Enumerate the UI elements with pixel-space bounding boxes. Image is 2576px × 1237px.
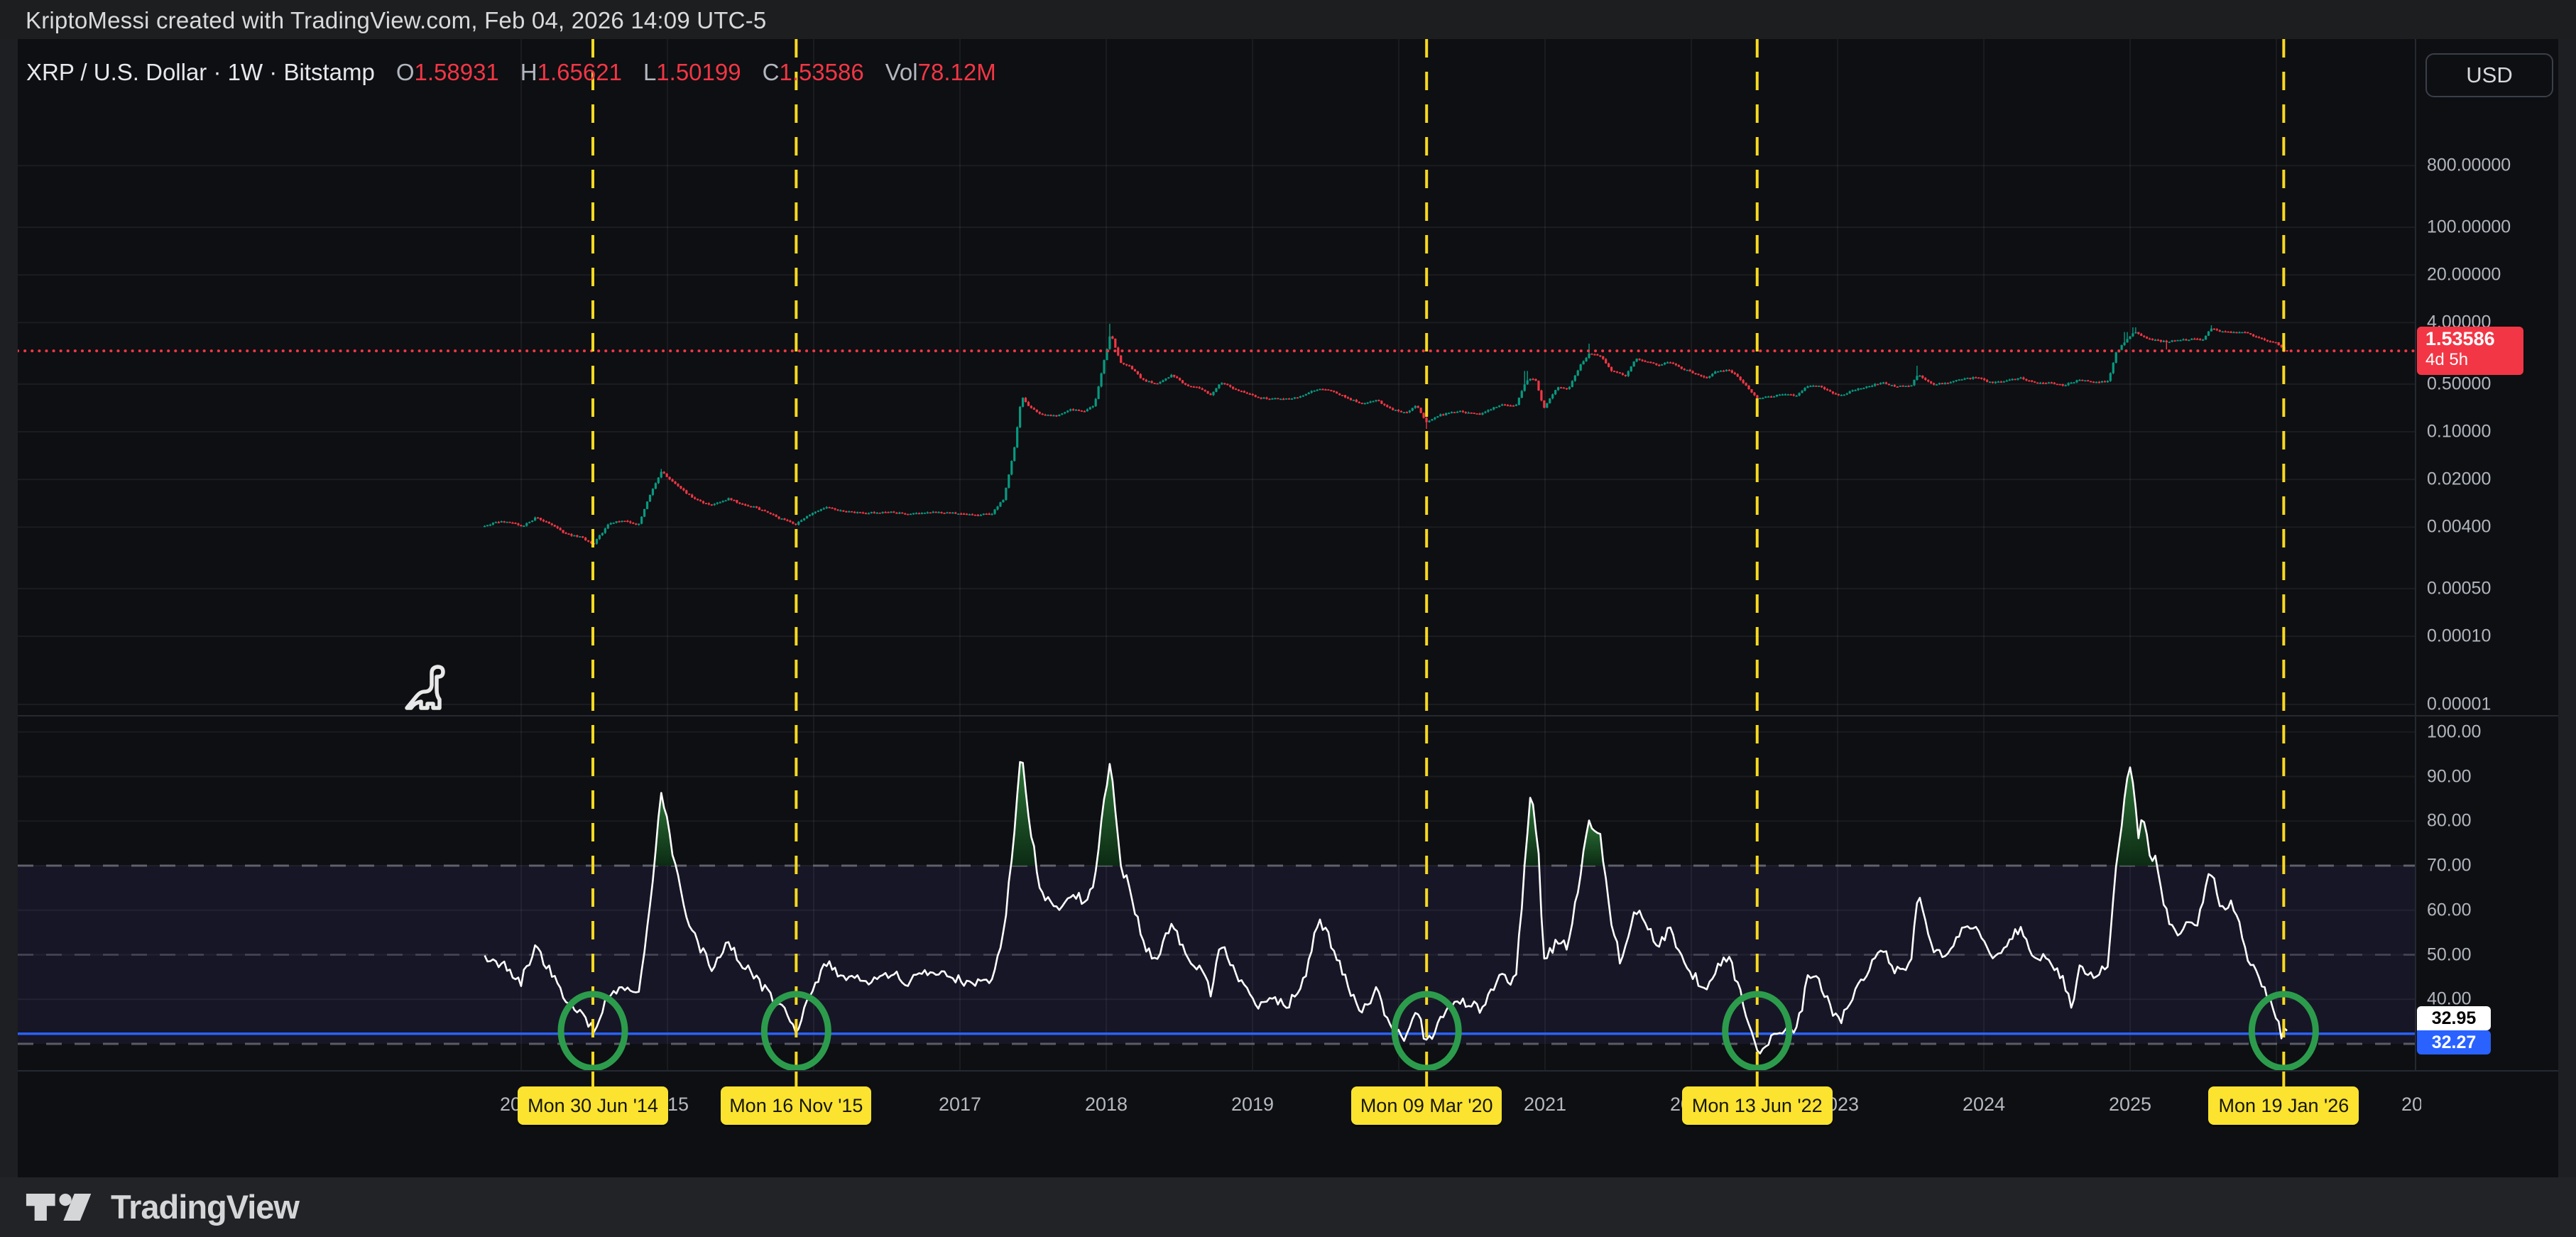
tradingview-logo[interactable]: TradingView — [26, 1187, 299, 1226]
price-axis-label: 0.00010 — [2427, 626, 2491, 647]
close-label: C — [763, 59, 780, 85]
current-price-badge: 1.53586 4d 5h — [2417, 327, 2523, 375]
event-date-label[interactable]: Mon 16 Nov '15 — [721, 1086, 871, 1125]
rsi-axis-label: 50.00 — [2427, 944, 2472, 965]
price-axis-label: 0.50000 — [2427, 374, 2491, 394]
attribution-bar: KriptoMessi created with TradingView.com… — [0, 0, 2576, 39]
currency-toggle-button[interactable]: USD — [2425, 53, 2553, 97]
event-date-label[interactable]: Mon 13 Jun '22 — [1682, 1086, 1833, 1125]
price-axis-label: 100.00000 — [2427, 217, 2511, 238]
open-value: 1.58931 — [415, 59, 499, 85]
open-label: O — [396, 59, 415, 85]
rsi-axis-label: 70.00 — [2427, 856, 2472, 876]
year-label-2021: 2021 — [1502, 1094, 1588, 1116]
price-axis-label: 20.00000 — [2427, 265, 2501, 285]
dinosaur-sticker[interactable] — [407, 667, 443, 708]
price-axis-label: 0.00050 — [2427, 578, 2491, 599]
close-value: 1.53586 — [779, 59, 863, 85]
low-label: L — [643, 59, 656, 85]
volume-label: Vol — [885, 59, 918, 85]
tradingview-screenshot: KriptoMessi created with TradingView.com… — [0, 0, 2576, 1237]
footer-bar: TradingView — [0, 1177, 2576, 1237]
year-label-2027: 2027 — [2380, 1094, 2421, 1116]
year-label-2017: 2017 — [917, 1094, 1003, 1116]
price-axis-label: 0.00001 — [2427, 694, 2491, 715]
year-label-2025: 2025 — [2087, 1094, 2173, 1116]
time-axis[interactable]: 2014201520162017201820192020202120222023… — [18, 1071, 2421, 1177]
candlestick-series — [484, 329, 2288, 545]
rsi-alert-level-badge: 32.27 — [2417, 1030, 2491, 1055]
volume-value: 78.12M — [918, 59, 996, 85]
price-axis-label: 0.00400 — [2427, 517, 2491, 538]
event-date-label[interactable]: Mon 30 Jun '14 — [518, 1086, 668, 1125]
symbol-title[interactable]: XRP / U.S. Dollar · 1W · Bitstamp — [26, 59, 375, 85]
rsi-axis-label: 90.00 — [2427, 766, 2472, 787]
high-value: 1.65621 — [537, 59, 622, 85]
price-axis-label: 0.02000 — [2427, 469, 2491, 490]
current-price-value: 1.53586 — [2425, 327, 2523, 351]
rsi-axis-label: 100.00 — [2427, 721, 2481, 742]
symbol-legend[interactable]: XRP / U.S. Dollar · 1W · Bitstamp O1.5893… — [26, 59, 996, 86]
year-label-2018: 2018 — [1064, 1094, 1149, 1116]
bar-countdown: 4d 5h — [2425, 349, 2523, 371]
price-axis-label: 800.00000 — [2427, 156, 2511, 176]
chart-canvas[interactable] — [18, 39, 2558, 1177]
tradingview-logo-icon — [26, 1191, 99, 1224]
high-label: H — [520, 59, 537, 85]
event-date-label[interactable]: Mon 19 Jan '26 — [2208, 1086, 2359, 1125]
low-value: 1.50199 — [656, 59, 741, 85]
rsi-axis-label: 60.00 — [2427, 900, 2472, 920]
attribution-text: KriptoMessi created with TradingView.com… — [26, 0, 766, 39]
year-label-2024: 2024 — [1941, 1094, 2026, 1116]
price-axis-label: 0.10000 — [2427, 422, 2491, 442]
chart-region[interactable]: XRP / U.S. Dollar · 1W · Bitstamp O1.5893… — [18, 39, 2558, 1177]
rsi-axis-label: 80.00 — [2427, 811, 2472, 832]
rsi-overbought-fill — [1096, 764, 1121, 866]
rsi-value-badge: 32.95 — [2417, 1006, 2491, 1030]
tradingview-logo-text: TradingView — [111, 1187, 299, 1226]
year-label-2019: 2019 — [1210, 1094, 1295, 1116]
event-date-label[interactable]: Mon 09 Mar '20 — [1351, 1086, 1502, 1125]
